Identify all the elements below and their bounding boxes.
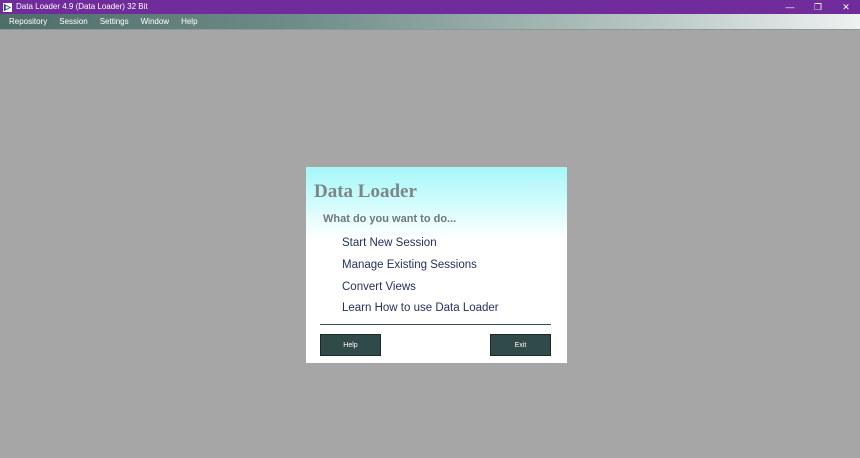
- menu-repository[interactable]: Repository: [0, 14, 53, 30]
- divider: [320, 324, 551, 325]
- menu-help[interactable]: Help: [175, 14, 203, 30]
- exit-button[interactable]: Exit: [490, 334, 551, 356]
- window-controls: — ❐ ✕: [776, 0, 860, 14]
- menu-window[interactable]: Window: [135, 14, 175, 30]
- help-button[interactable]: Help: [320, 334, 381, 356]
- close-button[interactable]: ✕: [832, 0, 860, 14]
- menu-bar: Repository Session Settings Window Help: [0, 14, 860, 30]
- option-learn-how-to-use[interactable]: Learn How to use Data Loader: [342, 302, 499, 314]
- minimize-button[interactable]: —: [776, 0, 804, 14]
- dialog-title: Data Loader: [314, 181, 417, 202]
- menu-session[interactable]: Session: [53, 14, 93, 30]
- version-label: Ver 4.9: [528, 181, 557, 191]
- app-logo-icon: [3, 2, 12, 12]
- title-bar[interactable]: Data Loader 4.9 (Data Loader) 32 Bit — ❐…: [0, 0, 860, 14]
- option-start-new-session[interactable]: Start New Session: [342, 237, 437, 249]
- app-window: Data Loader 4.9 (Data Loader) 32 Bit — ❐…: [0, 0, 860, 458]
- dialog-prompt: What do you want to do...: [323, 213, 457, 225]
- restore-button[interactable]: ❐: [804, 0, 832, 14]
- option-convert-views[interactable]: Convert Views: [342, 281, 416, 293]
- start-dialog: Data Loader Ver 4.9 What do you want to …: [306, 167, 567, 363]
- window-title: Data Loader 4.9 (Data Loader) 32 Bit: [16, 2, 148, 11]
- option-manage-existing-sessions[interactable]: Manage Existing Sessions: [342, 259, 477, 271]
- menu-settings[interactable]: Settings: [94, 14, 135, 30]
